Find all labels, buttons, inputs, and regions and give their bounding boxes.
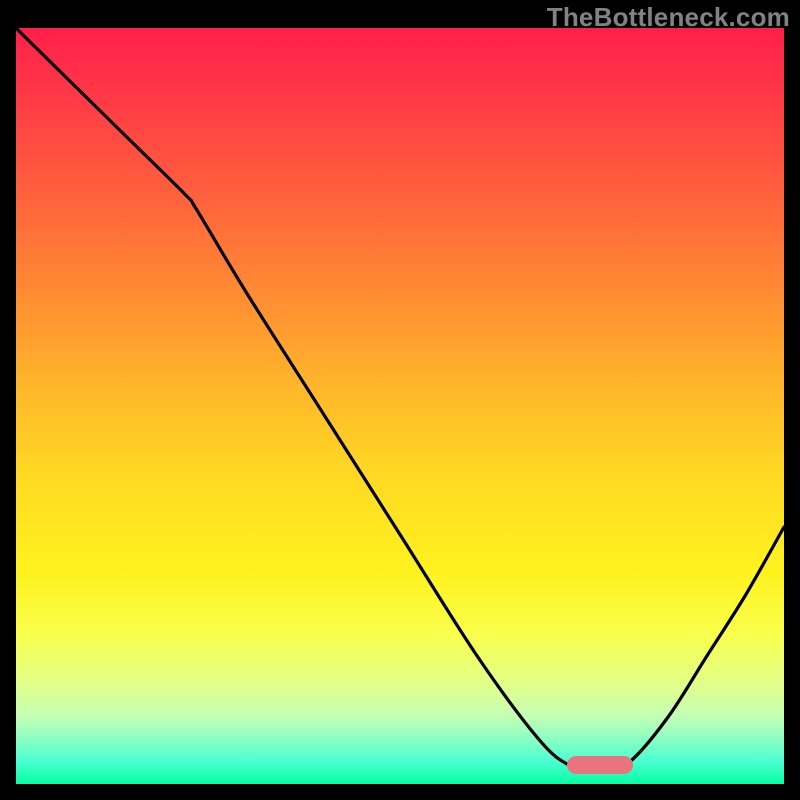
optimal-marker xyxy=(567,756,633,774)
chart-frame: TheBottleneck.com xyxy=(0,0,800,800)
bottleneck-curve xyxy=(16,28,784,784)
watermark-text: TheBottleneck.com xyxy=(547,2,790,33)
plot-area xyxy=(16,28,784,784)
